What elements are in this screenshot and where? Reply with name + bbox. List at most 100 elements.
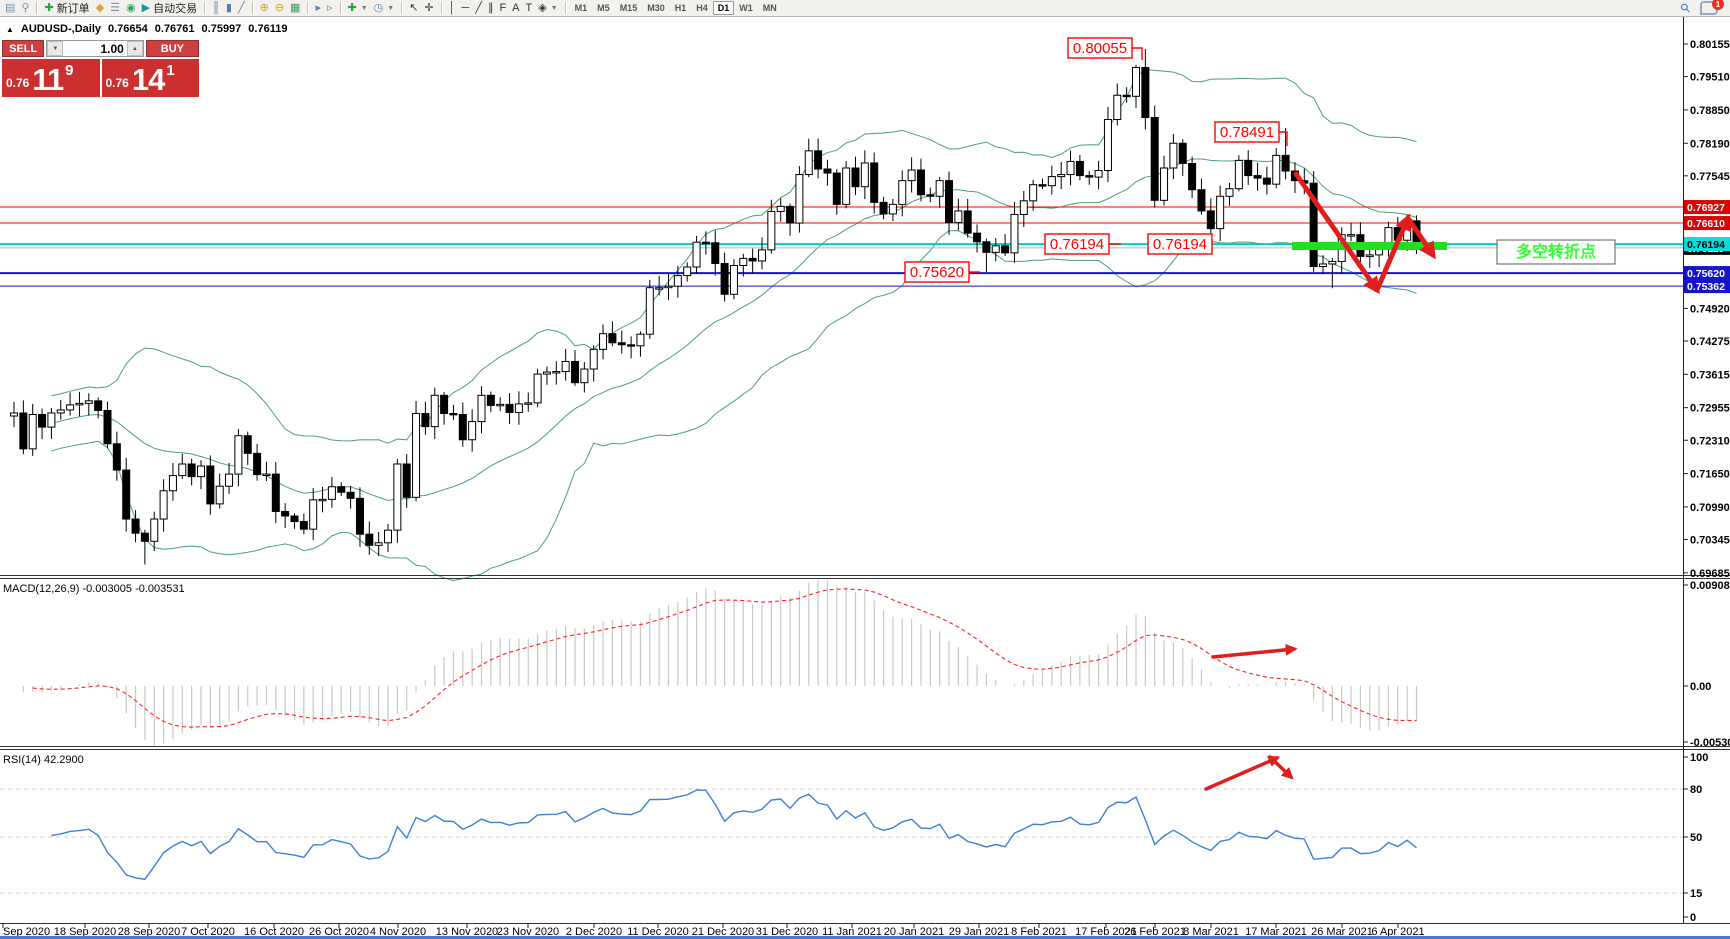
price-annotation-label: 0.78491 xyxy=(1220,124,1274,141)
toolbar-separator xyxy=(401,2,402,14)
shapes-icon[interactable]: ◈▼ xyxy=(535,1,560,15)
equidistant-channel-icon[interactable]: ∥ xyxy=(485,1,497,15)
buy-price-prefix: 0.76 xyxy=(106,76,129,90)
toolbar-separator xyxy=(252,2,253,14)
tf-d1[interactable]: D1 xyxy=(713,1,735,15)
rsi-axis-label: 15 xyxy=(1690,888,1702,900)
rsi-line xyxy=(51,790,1416,879)
horizontal-line-icon: ─ xyxy=(462,2,470,14)
fibonacci-icon[interactable]: F xyxy=(496,1,509,15)
tf-mn[interactable]: MN xyxy=(758,1,782,15)
price-annotation-label: 0.75620 xyxy=(910,264,964,281)
chart-window-icon[interactable]: ▤ xyxy=(2,1,18,15)
bollinger-band-line xyxy=(51,159,1416,501)
chart-marker-icon: ▲ xyxy=(6,25,14,34)
vertical-line-icon[interactable]: │ xyxy=(446,1,459,15)
price-axis-label: 0.72310 xyxy=(1690,435,1730,447)
buy-price-display[interactable]: 0.76 14 1 xyxy=(102,59,200,97)
volume-decrease-button[interactable]: ▼ xyxy=(47,41,63,56)
rsi-axis-label: 100 xyxy=(1690,752,1708,764)
text-icon[interactable]: A xyxy=(509,1,522,15)
search-icon[interactable]: ⚲ xyxy=(1678,0,1694,16)
price-axis-label: 0.78850 xyxy=(1690,105,1730,117)
zoom-in-icon[interactable]: ⊕ xyxy=(257,1,272,15)
volume-increase-button[interactable]: ▲ xyxy=(127,41,143,56)
macd-axis-label: -0.005306 xyxy=(1690,737,1730,749)
bar-chart-icon: ║ xyxy=(212,2,220,14)
cursor-icon: ↖ xyxy=(409,2,418,14)
page-magnifier-icon[interactable]: ⚲ xyxy=(18,1,32,15)
notification-badge: 1 xyxy=(1712,0,1724,10)
auto-scroll-icon[interactable]: ▸ xyxy=(312,1,324,15)
sell-button[interactable]: SELL xyxy=(2,40,44,57)
sell-price-big: 11 xyxy=(32,65,63,95)
tile-windows-icon[interactable]: ▦ xyxy=(287,1,303,15)
macd-arrow xyxy=(1213,649,1294,657)
macd-axis-label: 0.00 xyxy=(1690,681,1711,693)
zoom-out-icon[interactable]: ⊖ xyxy=(272,1,287,15)
toolbar-separator xyxy=(565,2,566,14)
volume-value[interactable]: 1.00 xyxy=(63,41,126,56)
profile-icon[interactable]: ☰ xyxy=(107,1,123,15)
tile-windows-icon: ▦ xyxy=(290,2,300,14)
bollinger-band-line xyxy=(51,70,1416,444)
price-axis-label: 0.71650 xyxy=(1690,469,1730,481)
toolbar-separator xyxy=(204,2,205,14)
tf-h4[interactable]: H4 xyxy=(691,1,713,15)
chevron-down-icon: ▼ xyxy=(361,5,368,12)
macd-axis-label: 0.009081 xyxy=(1690,580,1730,592)
page-magnifier-icon: ⚲ xyxy=(21,2,29,14)
chart-shift-icon[interactable]: ▹ xyxy=(324,1,336,15)
crosshair-icon: ✛ xyxy=(424,2,433,14)
price-axis-label: 0.77545 xyxy=(1690,171,1730,183)
new-order-icon[interactable]: ✚新订单 xyxy=(41,1,92,15)
buy-price-pip: 1 xyxy=(166,62,174,79)
sell-price-display[interactable]: 0.76 11 9 xyxy=(2,59,100,97)
price-axis-label: 0.69685 xyxy=(1690,568,1730,580)
ohlc-low: 0.75997 xyxy=(202,23,242,35)
zoom-in-icon: ⊕ xyxy=(260,2,269,14)
price-axis-label: 0.80155 xyxy=(1690,39,1730,51)
price-annotation-label: 0.76194 xyxy=(1153,236,1207,253)
tf-w1[interactable]: W1 xyxy=(734,1,758,15)
chart-area[interactable]: 0.80155 0.79510 0.78850 0.78190 0.77545 0.749… xyxy=(0,0,1730,939)
timeframe-clock-icon[interactable]: ◷▼ xyxy=(371,1,398,15)
toolbar-separator xyxy=(36,2,37,14)
line-chart-icon[interactable]: ╱ xyxy=(235,1,248,15)
bar-chart-icon[interactable]: ║ xyxy=(209,1,223,15)
ohlc-open: 0.76654 xyxy=(108,23,148,35)
cursor-icon[interactable]: ↖ xyxy=(406,1,421,15)
signals-icon[interactable]: ◉ xyxy=(123,1,139,15)
price-axis-label: 0.79510 xyxy=(1690,72,1730,84)
tf-h1[interactable]: H1 xyxy=(670,1,692,15)
equidistant-channel-icon: ∥ xyxy=(488,2,494,14)
buy-button[interactable]: BUY xyxy=(146,40,199,57)
toolbar-right: ⚲ 1 xyxy=(1681,1,1730,15)
horizontal-line-icon[interactable]: ─ xyxy=(459,1,473,15)
tf-m5[interactable]: M5 xyxy=(592,1,615,15)
sell-price-prefix: 0.76 xyxy=(6,76,29,90)
toolbar-separator xyxy=(340,2,341,14)
symbol-info-line: ▲ AUDUSD-,Daily 0.76654 0.76761 0.75997 … xyxy=(6,23,287,35)
tf-m1[interactable]: M1 xyxy=(570,1,593,15)
tf-m30[interactable]: M30 xyxy=(642,1,670,15)
price-axis-label: 0.78190 xyxy=(1690,138,1730,150)
price-axis-label: 0.74920 xyxy=(1690,303,1730,315)
styler-icon[interactable]: ◆ xyxy=(93,1,107,15)
price-annotation-label: 0.76194 xyxy=(1050,236,1104,253)
autotrading-icon[interactable]: ▶自动交易 xyxy=(139,1,200,15)
ohlc-close: 0.76119 xyxy=(248,23,287,35)
trendline-icon[interactable]: ╱ xyxy=(472,1,485,15)
chevron-down-icon: ▼ xyxy=(551,5,558,12)
crosshair-icon[interactable]: ✛ xyxy=(421,1,436,15)
candlestick-chart-icon[interactable]: ▮ xyxy=(223,1,235,15)
price-badge-label: 0.76194 xyxy=(1687,239,1725,251)
rsi-axis-label: 80 xyxy=(1690,784,1702,796)
symbol-name: AUDUSD-,Daily xyxy=(21,23,101,35)
indicators-icon: ✚ xyxy=(348,2,357,14)
tf-m15[interactable]: M15 xyxy=(615,1,643,15)
notifications-icon[interactable]: 1 xyxy=(1700,1,1718,15)
indicators-icon[interactable]: ✚▼ xyxy=(345,1,371,15)
rsi-axis-label: 50 xyxy=(1690,832,1702,844)
label-icon[interactable]: T xyxy=(523,1,536,15)
